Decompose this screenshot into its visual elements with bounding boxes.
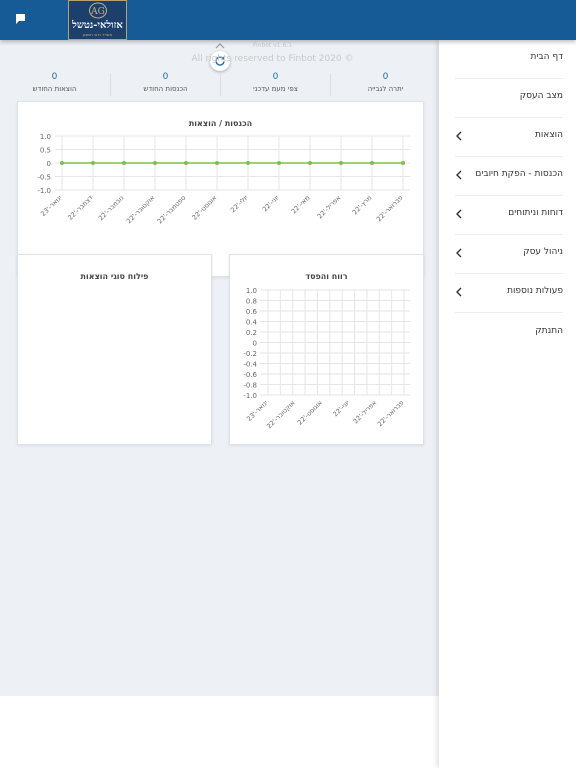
data-point — [246, 161, 250, 165]
chevron-left-icon — [456, 209, 462, 219]
chat-button[interactable] — [12, 11, 30, 27]
sidebar-item-label: דף הבית — [530, 52, 563, 62]
x-tick-label: אפריל-'22 — [352, 399, 379, 426]
y-tick-label: 0.8 — [246, 298, 257, 306]
y-tick-label: 0 — [47, 160, 51, 168]
y-tick-label: -0.8 — [243, 382, 257, 390]
income-expenses-chart: 1.0 0.5 0 -0.5 -1.0 פברואר-'22מרץ-'22 אפריל-'2… — [37, 133, 410, 226]
x-tick-label: אפריל-'22 — [316, 194, 343, 221]
x-tick-label: מרץ-'22 — [351, 194, 374, 217]
x-tick-label: יולי-'22 — [229, 193, 250, 214]
y-tick-label: -1.0 — [37, 187, 51, 195]
x-tick-label: אוקטובר-'22 — [265, 399, 297, 431]
data-point — [370, 161, 374, 165]
stat-label: יתרה לגבייה — [367, 85, 404, 93]
stat-value: 0 — [162, 72, 169, 82]
income-expenses-card: הכנסות / הוצאות 1.0 0.5 0 -0.5 -1.0 פברואר-'2… — [17, 101, 424, 277]
x-tick-label: אוקטובר-'22 — [125, 194, 157, 226]
chevron-left-icon — [456, 131, 462, 141]
x-tick-label: אוגוסט-'22 — [296, 399, 324, 427]
expense-breakdown-card: פילוח סוגי הוצאות — [17, 254, 212, 445]
company-logo[interactable]: AG אזולאי-נטשל משרד רואי חשבון — [68, 0, 127, 40]
stat-label: הוצאות החודש — [32, 85, 77, 93]
y-tick-label: -0.2 — [243, 350, 257, 358]
data-point — [215, 161, 219, 165]
y-tick-label: 1.0 — [40, 133, 51, 141]
chevron-left-icon — [456, 287, 462, 297]
y-tick-label: 0 — [253, 340, 257, 348]
profit-loss-card: רווח והפסד 1.0 0.8 0.6 0.4 0.2 0 -0.2 -0.4 -0.6 -… — [229, 254, 424, 445]
x-tick-label: מאי-'22 — [290, 194, 312, 216]
x-tick-label: פברואר-'22 — [375, 194, 404, 223]
logo-name: אזולאי-נטשל — [72, 20, 123, 31]
stat-monthly-expenses: 0 הוצאות החודש — [0, 72, 109, 100]
sidebar-item-label: פעולות נוספות — [507, 286, 563, 296]
y-tick-label: -1.0 — [243, 392, 257, 400]
stat-balance-due: 0 יתרה לגבייה — [331, 72, 440, 100]
data-point — [153, 161, 157, 165]
sidebar-item-business-status[interactable]: מצב העסק — [455, 79, 563, 118]
main-content: 0 הוצאות החודש 0 הכנסות החודש 0 צפי מעמ … — [0, 40, 439, 768]
sidebar-item-label: ניהול עסק — [523, 247, 563, 257]
sidebar-item-business-management[interactable]: ניהול עסק — [455, 235, 563, 274]
y-tick-label: 1.0 — [246, 287, 257, 295]
data-point — [339, 161, 343, 165]
stat-value: 0 — [272, 72, 279, 82]
profit-loss-chart: 1.0 0.8 0.6 0.4 0.2 0 -0.2 -0.4 -0.6 -0.8 -1.0 פברו… — [243, 287, 410, 431]
x-tick-label: יוני-'22 — [261, 193, 281, 213]
logo-tagline: משרד רואי חשבון — [82, 32, 113, 37]
top-bar: AG אזולאי-נטשל משרד רואי חשבון — [0, 0, 576, 40]
stat-value: 0 — [51, 72, 58, 82]
y-tick-label: -0.6 — [243, 371, 257, 379]
stat-value: 0 — [382, 72, 389, 82]
sidebar-item-label: מצב העסק — [519, 91, 563, 101]
chart-title: פילוח סוגי הוצאות — [80, 272, 149, 281]
data-point — [401, 161, 405, 165]
sidebar-item-income-billing[interactable]: הכנסות - הפקת חיובים — [455, 157, 563, 196]
stat-label: צפי מעמ עדכני — [253, 85, 298, 93]
x-tick-label: פברואר-'22 — [376, 399, 405, 428]
chart-title: הכנסות / הוצאות — [188, 119, 253, 128]
x-tick-label: ינואר-'23 — [39, 193, 64, 218]
y-tick-label: 0.2 — [246, 329, 257, 337]
x-tick-label: ינואר-'23 — [245, 398, 270, 423]
data-point — [122, 161, 126, 165]
footer — [0, 696, 439, 768]
summary-stats: 0 הוצאות החודש 0 הכנסות החודש 0 צפי מעמ … — [0, 72, 439, 100]
sidebar-item-home[interactable]: דף הבית — [455, 40, 563, 79]
stat-label: הכנסות החודש — [143, 85, 188, 93]
sidebar-item-reports[interactable]: דוחות וניתוחים — [455, 196, 563, 235]
data-point — [308, 161, 312, 165]
y-tick-label: 0.6 — [246, 308, 258, 316]
data-point — [60, 161, 64, 165]
svg-text:AG: AG — [90, 7, 105, 17]
sidebar-item-more-actions[interactable]: פעולות נוספות — [455, 274, 563, 313]
sidebar-item-label: הכנסות - הפקת חיובים — [475, 169, 563, 179]
y-tick-label: -0.5 — [37, 174, 51, 182]
expense-breakdown-chart-area — [28, 291, 203, 436]
stat-monthly-income: 0 הכנסות החודש — [111, 72, 220, 100]
data-point — [277, 161, 281, 165]
y-tick-label: 0.5 — [40, 147, 51, 155]
message-square-icon — [16, 14, 25, 24]
y-tick-label: 0.4 — [246, 319, 258, 327]
sidebar-item-label: הוצאות — [534, 130, 563, 140]
sidebar-item-label: התנתק — [535, 326, 563, 336]
chevron-left-icon — [456, 248, 462, 258]
x-tick-label: ספטמבר-'22 — [156, 194, 188, 226]
data-point — [91, 161, 95, 165]
chevron-left-icon — [456, 170, 462, 180]
x-tick-label: דצמבר-'22 — [66, 193, 94, 221]
sidebar-menu: דף הבית מצב העסק הוצאות הכנסות - הפקת חי… — [439, 40, 576, 768]
sidebar-item-expenses[interactable]: הוצאות — [455, 118, 563, 157]
x-tick-label: אוגוסט-'22 — [191, 194, 219, 222]
chart-title: רווח והפסד — [305, 272, 348, 281]
y-tick-label: -0.4 — [243, 361, 257, 369]
x-tick-label: נובמבר-'22 — [97, 194, 126, 223]
stat-vat-forecast: 0 צפי מעמ עדכני — [221, 72, 330, 100]
data-point — [184, 161, 188, 165]
sidebar-item-logout[interactable]: התנתק — [455, 314, 563, 353]
x-tick-label: יוני-'22 — [331, 398, 351, 418]
sidebar-item-label: דוחות וניתוחים — [508, 208, 563, 218]
